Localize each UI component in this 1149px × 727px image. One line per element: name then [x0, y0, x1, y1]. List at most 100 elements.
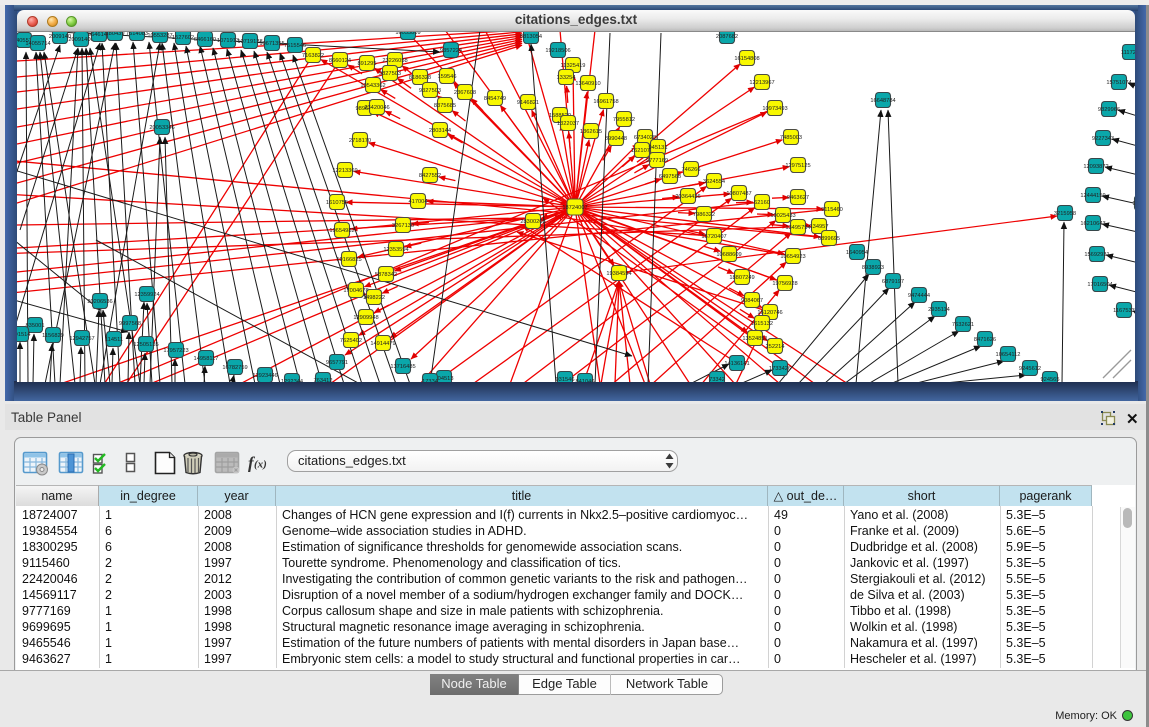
svg-text:8813054: 8813054 — [520, 34, 542, 40]
svg-text:9657791: 9657791 — [326, 360, 348, 366]
svg-text:7625402: 7625402 — [340, 338, 362, 344]
svg-text:1156829: 1156829 — [42, 333, 64, 339]
svg-text:3624554: 3624554 — [703, 179, 725, 185]
svg-text:7514083: 7514083 — [126, 32, 148, 37]
svg-text:7163822: 7163822 — [302, 53, 324, 59]
svg-text:7632621: 7632621 — [952, 322, 974, 328]
svg-text:8375685: 8375685 — [434, 103, 456, 109]
svg-text:6899695: 6899695 — [818, 236, 840, 242]
svg-text:924565: 924565 — [1041, 377, 1060, 382]
svg-text:891295: 891295 — [358, 61, 377, 67]
svg-text:1292344: 1292344 — [281, 379, 303, 382]
svg-text:5878342: 5878342 — [375, 272, 397, 278]
svg-text:944503: 944503 — [1133, 201, 1135, 207]
svg-text:6466160: 6466160 — [194, 37, 216, 43]
svg-text:62160: 62160 — [754, 200, 770, 206]
svg-text:9146821: 9146821 — [517, 100, 539, 106]
svg-text:1733426: 1733426 — [769, 366, 791, 372]
svg-text:12942757: 12942757 — [69, 336, 94, 342]
svg-text:23226058: 23226058 — [382, 58, 407, 64]
svg-text:8454749: 8454749 — [484, 96, 506, 102]
svg-text:2935114: 2935114 — [928, 307, 950, 313]
svg-text:746266: 746266 — [682, 167, 701, 173]
svg-text:15751074: 15751074 — [1106, 80, 1131, 86]
svg-text:12213967: 12213967 — [749, 80, 774, 86]
svg-text:18807249: 18807249 — [729, 275, 754, 281]
svg-text:10688609: 10688609 — [716, 252, 741, 258]
svg-text:134957: 134957 — [810, 224, 829, 230]
svg-text:14958117: 14958117 — [194, 356, 219, 362]
svg-text:18724007: 18724007 — [562, 205, 587, 211]
svg-text:28300203: 28300203 — [520, 219, 545, 225]
svg-text:12909948: 12909948 — [353, 315, 378, 321]
svg-text:1322037: 1322037 — [557, 121, 579, 127]
svg-text:8938923: 8938923 — [862, 265, 884, 271]
svg-text:16033809: 16033809 — [395, 32, 420, 36]
svg-text:(x): (x) — [254, 459, 267, 471]
svg-text:133254: 133254 — [557, 75, 576, 81]
svg-text:1615132: 1615132 — [751, 321, 773, 327]
svg-text:10973493: 10973493 — [762, 106, 787, 112]
svg-text:13640910: 13640910 — [575, 81, 600, 87]
svg-text:841046: 841046 — [576, 379, 595, 382]
svg-text:7515546: 7515546 — [284, 43, 306, 49]
svg-text:7955812: 7955812 — [613, 117, 635, 123]
svg-text:9327503: 9327503 — [419, 88, 441, 94]
svg-text:16648784: 16648784 — [870, 98, 895, 104]
svg-text:17957223: 17957223 — [163, 348, 188, 354]
svg-text:20364436: 20364436 — [675, 194, 700, 200]
svg-text:9329966: 9329966 — [1098, 107, 1120, 113]
svg-text:180439: 180439 — [106, 32, 125, 37]
svg-text:8427552: 8427552 — [419, 173, 441, 179]
svg-text:23420046: 23420046 — [364, 105, 389, 111]
svg-text:10654923: 10654923 — [780, 254, 805, 260]
svg-text:9084067: 9084067 — [741, 298, 763, 304]
svg-text:1527602: 1527602 — [172, 35, 194, 41]
svg-text:12975125: 12975125 — [785, 163, 810, 169]
svg-text:159546: 159546 — [438, 74, 457, 80]
svg-text:1167533: 1167533 — [1113, 308, 1135, 314]
svg-text:8990448: 8990448 — [605, 136, 627, 142]
svg-text:10654112: 10654112 — [996, 352, 1021, 358]
svg-text:13495794: 13495794 — [785, 225, 810, 231]
svg-text:12444159: 12444159 — [1080, 193, 1105, 199]
svg-text:19166825: 19166825 — [336, 257, 361, 263]
svg-text:15692931: 15692931 — [1084, 252, 1109, 258]
svg-text:15720407: 15720407 — [701, 234, 726, 240]
svg-text:10025433: 10025433 — [770, 213, 795, 219]
svg-text:2087682: 2087682 — [716, 34, 738, 40]
svg-text:7986322: 7986322 — [693, 212, 715, 218]
svg-text:2367608: 2367608 — [454, 90, 476, 96]
svg-text:763412: 763412 — [314, 378, 333, 382]
svg-text:10671355: 10671355 — [259, 41, 284, 47]
svg-text:9827503: 9827503 — [379, 71, 401, 77]
svg-text:9357224: 9357224 — [440, 48, 462, 54]
svg-text:17004678: 17004678 — [343, 288, 368, 294]
svg-text:1498222: 1498222 — [363, 295, 385, 301]
svg-text:9777169: 9777169 — [646, 158, 668, 164]
svg-text:8660124: 8660124 — [329, 58, 351, 64]
svg-text:10807487: 10807487 — [726, 191, 751, 197]
svg-text:9474444: 9474444 — [908, 293, 930, 299]
svg-text:13716485: 13716485 — [390, 364, 415, 370]
svg-text:931546: 931546 — [556, 377, 575, 382]
svg-text:13524851: 13524851 — [742, 336, 767, 342]
svg-text:1071913: 1071913 — [217, 38, 239, 44]
svg-text:9115460: 9115460 — [821, 207, 843, 213]
svg-text:20053346: 20053346 — [149, 125, 174, 131]
svg-text:19218506: 19218506 — [545, 48, 570, 54]
svg-text:1640954: 1640954 — [846, 250, 868, 256]
svg-text:19756928: 19756928 — [772, 281, 797, 287]
svg-text:14914479: 14914479 — [370, 341, 395, 347]
svg-text:3215958: 3215958 — [1054, 211, 1076, 217]
svg-text:8471626: 8471626 — [974, 337, 996, 343]
svg-text:16782759: 16782759 — [222, 365, 247, 371]
svg-text:14055714: 14055714 — [25, 41, 50, 47]
svg-text:12213369: 12213369 — [332, 168, 357, 174]
svg-text:391514: 391514 — [17, 332, 30, 338]
svg-text:945131: 945131 — [649, 145, 668, 151]
svg-text:12505135: 12505135 — [133, 342, 158, 348]
svg-text:6497568: 6497568 — [659, 174, 681, 180]
svg-text:9463627: 9463627 — [787, 195, 809, 201]
svg-text:19654982: 19654982 — [329, 228, 354, 234]
